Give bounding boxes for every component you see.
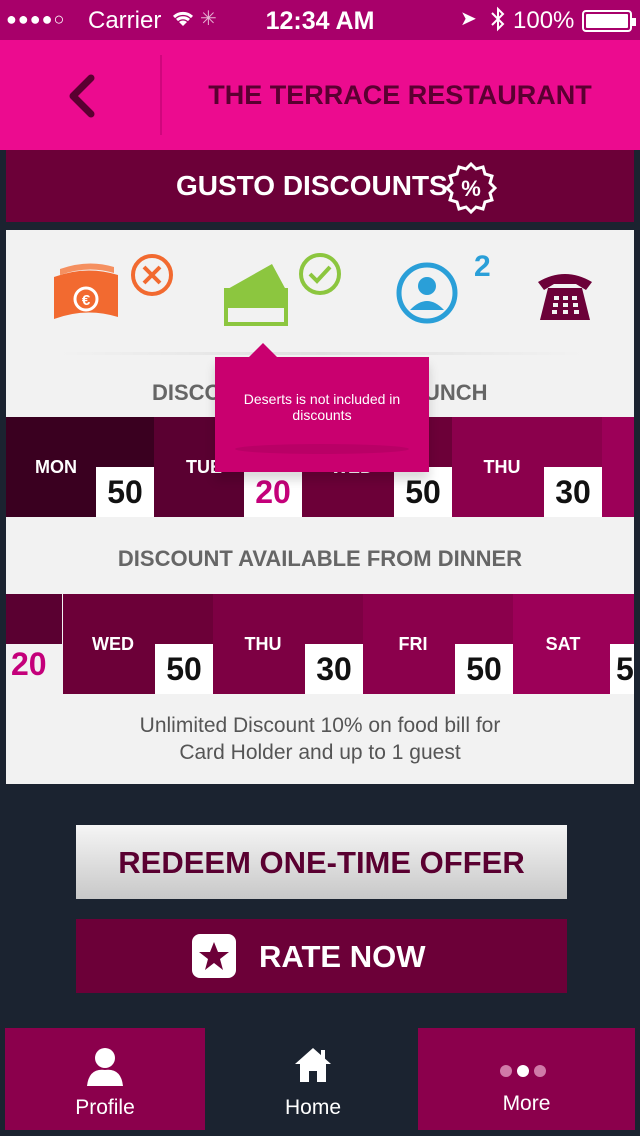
day-discount: 30 bbox=[544, 467, 602, 517]
lunch-day-mon: MON 50 bbox=[6, 417, 154, 517]
svg-text:%: % bbox=[461, 176, 481, 201]
battery-percent: 100% bbox=[513, 7, 575, 34]
unlimited-line-2: Card Holder and up to 1 guest bbox=[179, 741, 461, 764]
discount-card: € 2 DISCOU UNCH MON 50 TUE 20 50 THU 30 … bbox=[6, 230, 634, 784]
chevron-left-icon bbox=[69, 74, 95, 118]
tab-label: Home bbox=[284, 1096, 342, 1119]
day-name: FRI bbox=[398, 634, 428, 654]
day-discount: 20 bbox=[244, 467, 302, 517]
tab-label: Profile bbox=[75, 1096, 135, 1119]
day-discount: 50 bbox=[96, 467, 154, 517]
divider bbox=[56, 352, 586, 355]
tab-home[interactable]: Home bbox=[213, 1028, 413, 1130]
day-discount: 50 bbox=[610, 644, 634, 694]
location-arrow-icon: ➤ bbox=[460, 8, 477, 30]
day-discount: 30 bbox=[305, 644, 363, 694]
bluetooth-icon bbox=[488, 5, 508, 39]
cross-icon bbox=[130, 253, 174, 302]
day-discount: 50 bbox=[394, 467, 452, 517]
home-icon bbox=[293, 1046, 333, 1090]
phone-icon[interactable] bbox=[534, 266, 596, 329]
rate-now-button[interactable]: RATE NOW bbox=[76, 919, 567, 993]
dinner-discount-label: DISCOUNT AVAILABLE FROM DINNER bbox=[117, 546, 523, 571]
unlimited-discount-text: Unlimited Discount 10% on food bill for … bbox=[6, 712, 634, 766]
day-name: THU bbox=[483, 457, 521, 477]
dinner-days-row: 20 WED 50 THU 30 FRI 50 SAT 50 bbox=[6, 594, 634, 694]
dinner-day-wed: WED 50 bbox=[63, 594, 213, 694]
gusto-discounts-bar: GUSTO DISCOUNTS % bbox=[6, 150, 634, 222]
day-discount: 50 bbox=[455, 644, 513, 694]
header: THE TERRACE RESTAURANT bbox=[0, 40, 640, 150]
battery-icon bbox=[582, 10, 636, 32]
unlimited-line-1: Unlimited Discount 10% on food bill for bbox=[139, 714, 501, 737]
features-row: € 2 bbox=[6, 230, 634, 360]
tab-profile[interactable]: Profile bbox=[5, 1028, 205, 1130]
header-divider bbox=[160, 55, 162, 135]
day-discount: 20 bbox=[11, 646, 47, 682]
profile-icon bbox=[85, 1046, 125, 1092]
lunch-day-next bbox=[602, 417, 634, 517]
star-icon bbox=[192, 934, 236, 978]
tooltip-text: Deserts is not included in discounts bbox=[243, 391, 401, 423]
back-button[interactable] bbox=[55, 68, 111, 124]
person-icon bbox=[396, 262, 458, 329]
euro-cash-icon: € bbox=[48, 255, 124, 332]
cake-slice-icon bbox=[222, 260, 290, 331]
lunch-day-thu: THU 30 bbox=[452, 417, 602, 517]
dinner-day-thu: THU 30 bbox=[213, 594, 363, 694]
svg-text:€: € bbox=[82, 292, 91, 309]
more-dots-icon bbox=[498, 1060, 548, 1084]
day-name: THU bbox=[244, 634, 282, 654]
tab-label: More bbox=[502, 1092, 551, 1115]
lunch-label-right: UNCH bbox=[424, 380, 488, 405]
day-name: SAT bbox=[545, 634, 581, 654]
dessert-tooltip: Deserts is not included in discounts bbox=[215, 343, 429, 472]
guest-count: 2 bbox=[474, 250, 491, 283]
day-name: MON bbox=[35, 457, 77, 477]
rate-now-label: RATE NOW bbox=[259, 939, 426, 974]
check-icon bbox=[298, 252, 342, 301]
page-title: THE TERRACE RESTAURANT bbox=[208, 80, 592, 110]
dinner-day-sat: SAT 50 bbox=[513, 594, 634, 694]
day-discount: 50 bbox=[155, 644, 213, 694]
redeem-offer-button[interactable]: REDEEM ONE-TIME OFFER bbox=[76, 825, 567, 899]
day-name: WED bbox=[92, 634, 134, 654]
gusto-discounts-title: GUSTO DISCOUNTS bbox=[176, 170, 448, 201]
status-bar: ●●●●○ Carrier ✳ 12:34 AM ➤ 100% bbox=[0, 0, 640, 40]
tab-more[interactable]: More bbox=[418, 1028, 635, 1130]
dinner-day-fri: FRI 50 bbox=[363, 594, 513, 694]
percent-badge-icon: % bbox=[444, 161, 498, 215]
